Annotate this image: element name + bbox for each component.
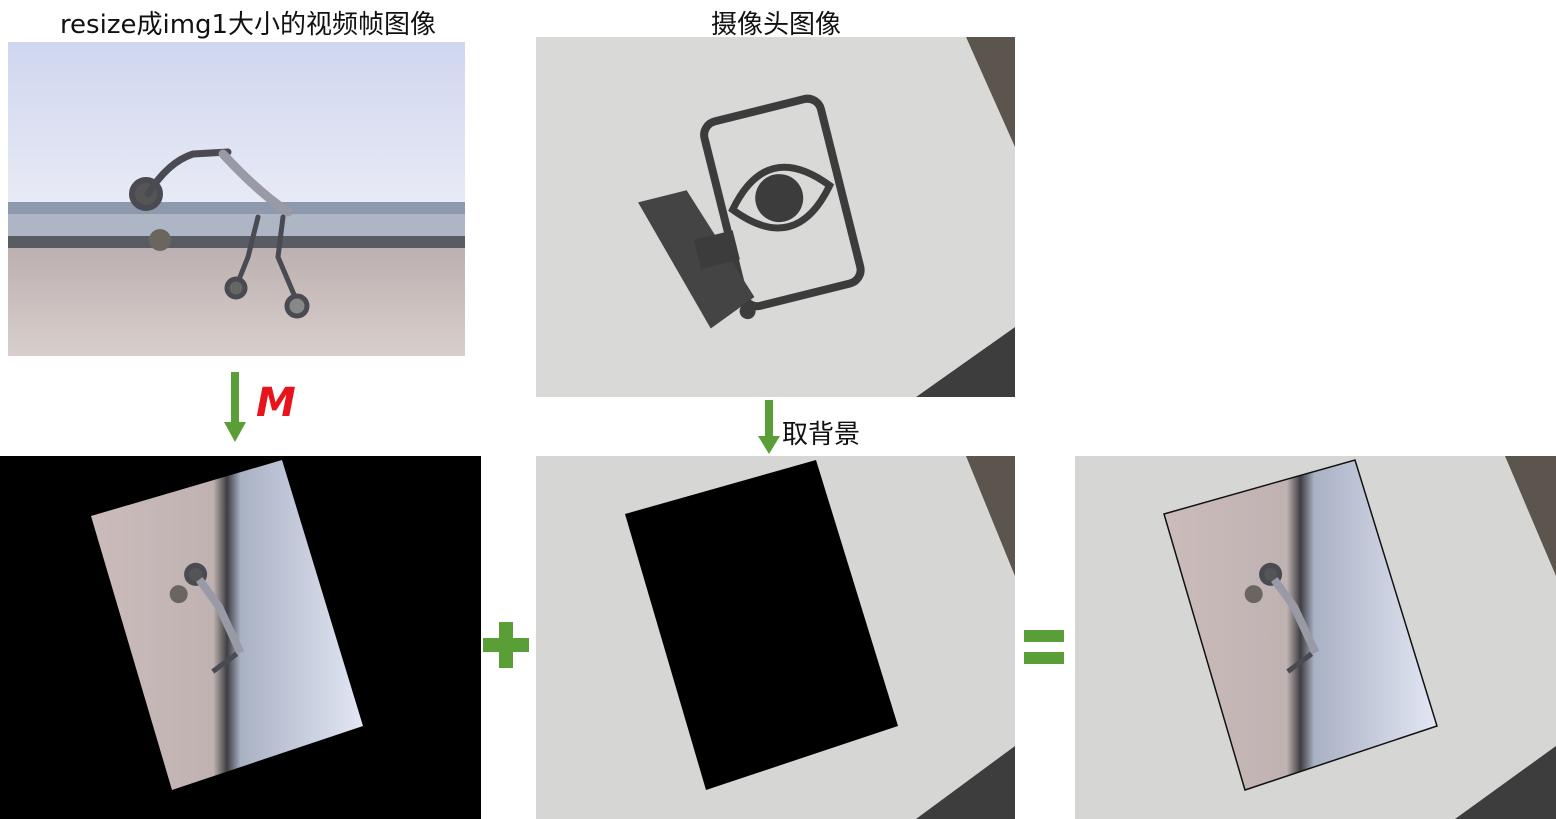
background-image <box>536 456 1015 819</box>
plus-icon <box>483 622 529 668</box>
warped-frame-image <box>0 456 481 819</box>
video-frame-image <box>8 42 465 356</box>
composite-result-image <box>1075 456 1556 819</box>
transform-matrix-label: M <box>256 380 296 426</box>
down-arrow-icon <box>224 372 246 442</box>
camera-image <box>536 37 1015 397</box>
camera-image-caption: 摄像头图像 <box>710 10 841 40</box>
equals-icon <box>1024 630 1064 664</box>
video-frame-scene <box>8 42 465 356</box>
down-arrow-icon <box>758 400 780 454</box>
take-background-label: 取背景 <box>782 420 861 450</box>
warped-frame-scene <box>0 456 481 819</box>
video-frame-caption: resize成img1大小的视频帧图像 <box>59 10 437 40</box>
background-scene <box>536 456 1015 819</box>
composite-scene <box>1075 456 1556 819</box>
camera-scene <box>536 37 1015 397</box>
